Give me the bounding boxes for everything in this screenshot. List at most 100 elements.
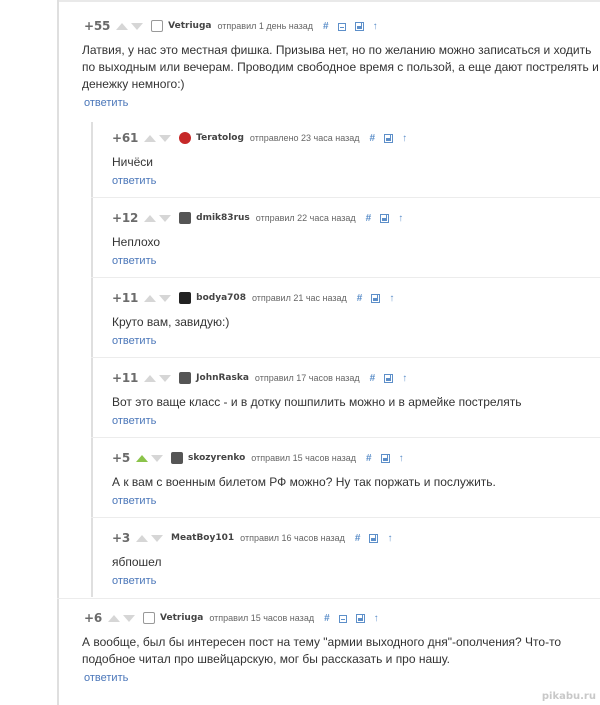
comment-timestamp: отправил 15 часов назад	[251, 453, 357, 463]
parent-arrow-icon[interactable]: ↑	[387, 533, 392, 544]
author-link[interactable]: Vetriuga	[168, 21, 211, 31]
reply-link[interactable]: ответить	[112, 175, 156, 187]
comment-divider	[91, 197, 600, 198]
comment-timestamp: отправил 16 часов назад	[240, 533, 345, 543]
vote-up-button[interactable]	[144, 294, 157, 302]
comment-score: +6	[84, 611, 103, 625]
reply-link[interactable]: ответить	[112, 495, 156, 507]
author-link[interactable]: Vetriuga	[160, 613, 203, 623]
vote-down-button[interactable]	[123, 614, 136, 622]
vote-down-button[interactable]	[159, 374, 172, 382]
comment-score: +61	[112, 131, 139, 145]
parent-arrow-icon[interactable]: ↑	[374, 613, 379, 624]
vote-down-button[interactable]	[151, 534, 164, 542]
permalink-icon[interactable]: #	[370, 133, 376, 144]
parent-arrow-icon[interactable]: ↑	[399, 453, 404, 464]
author-link[interactable]: JohnRaska	[196, 373, 249, 383]
comment-divider	[57, 598, 600, 599]
photo-avatar-icon	[179, 372, 192, 384]
vote-up-button[interactable]	[144, 214, 157, 222]
author-link[interactable]: Teratolog	[196, 133, 244, 143]
save-icon[interactable]	[384, 134, 394, 143]
vote-down-button[interactable]	[159, 134, 172, 142]
comment-text: Ничёси	[112, 155, 153, 169]
permalink-icon[interactable]: #	[324, 613, 330, 624]
author-link[interactable]: bodya708	[196, 293, 246, 303]
comment-text: А вообще, был бы интересен пост на тему …	[82, 635, 562, 666]
permalink-icon[interactable]: #	[357, 293, 363, 304]
save-icon[interactable]	[355, 614, 365, 623]
comment-score: +3	[112, 531, 131, 545]
nested-thread-rail	[91, 122, 93, 597]
comment-text: Круто вам, завидую:)	[112, 315, 230, 329]
reply-link[interactable]: ответить	[84, 672, 128, 684]
comment-header: +5 skozyrenko отправил 15 часов назад # …	[91, 448, 600, 468]
save-icon[interactable]	[371, 294, 381, 303]
user-icon	[151, 20, 164, 32]
comment-score: +12	[112, 211, 139, 225]
comment-divider	[91, 277, 600, 278]
comment-score: +55	[84, 19, 111, 33]
demon-icon	[179, 132, 192, 144]
vote-up-button[interactable]	[136, 454, 149, 462]
comment-divider	[91, 517, 600, 518]
parent-arrow-icon[interactable]: ↑	[389, 293, 394, 304]
reply-link[interactable]: ответить	[112, 575, 156, 587]
comment-header: +3 MeatBoy101 отправил 16 часов назад # …	[91, 528, 600, 548]
comment: +11 bodya708 отправил 21 час назад # ↑ К…	[91, 288, 600, 349]
author-link[interactable]: MeatBoy101	[171, 533, 234, 543]
parent-arrow-icon[interactable]: ↑	[373, 21, 378, 32]
vote-down-button[interactable]	[131, 22, 144, 30]
reply-link[interactable]: ответить	[112, 415, 156, 427]
save-icon[interactable]	[384, 374, 394, 383]
comment-header: +11 bodya708 отправил 21 час назад # ↑	[91, 288, 600, 308]
reply-link[interactable]: ответить	[112, 335, 156, 347]
author-link[interactable]: dmik83rus	[196, 213, 250, 223]
comment-text: Вот это ваще класс - и в дотку пошпилить…	[112, 395, 522, 409]
comment: +61 Teratolog отправлено 23 часа назад #…	[91, 128, 600, 189]
collapse-icon[interactable]	[337, 22, 346, 31]
comment-text: ябпошел	[112, 555, 162, 569]
comment: +12 dmik83rus отправил 22 часа назад # ↑…	[91, 208, 600, 269]
save-icon[interactable]	[369, 534, 379, 543]
comment-header: +55 Vetriuga отправил 1 день назад # ↑	[57, 16, 600, 36]
save-icon[interactable]	[380, 214, 390, 223]
vote-up-button[interactable]	[136, 534, 149, 542]
vote-down-button[interactable]	[159, 294, 172, 302]
comment-header: +6 Vetriuga отправил 15 часов назад # ↑	[57, 608, 600, 628]
permalink-icon[interactable]: #	[370, 373, 376, 384]
reply-link[interactable]: ответить	[84, 97, 128, 109]
vote-up-button[interactable]	[116, 22, 129, 30]
comment-timestamp: отправил 22 часа назад	[255, 213, 356, 223]
user-icon	[143, 612, 156, 624]
author-link[interactable]: skozyrenko	[188, 453, 245, 463]
permalink-icon[interactable]: #	[355, 533, 361, 544]
reply-link[interactable]: ответить	[112, 255, 156, 267]
vote-up-button[interactable]	[108, 614, 121, 622]
save-icon[interactable]	[380, 454, 390, 463]
comment-text: Латвия, у нас это местная фишка. Призыва…	[82, 43, 599, 91]
vote-up-button[interactable]	[144, 374, 157, 382]
parent-arrow-icon[interactable]: ↑	[402, 373, 407, 384]
watermark: pikabu.ru	[541, 691, 596, 702]
save-icon[interactable]	[354, 22, 364, 31]
permalink-icon[interactable]: #	[323, 21, 329, 32]
comment-divider	[91, 437, 600, 438]
comment-timestamp: отправлено 23 часа назад	[249, 133, 360, 143]
comment-header: +12 dmik83rus отправил 22 часа назад # ↑	[91, 208, 600, 228]
comment-timestamp: отправил 1 день назад	[217, 21, 314, 31]
collapse-icon[interactable]	[338, 614, 347, 623]
vote-up-button[interactable]	[144, 134, 157, 142]
parent-arrow-icon[interactable]: ↑	[402, 133, 407, 144]
comment-timestamp: отправил 21 час назад	[251, 293, 347, 303]
parent-arrow-icon[interactable]: ↑	[398, 213, 403, 224]
vote-down-button[interactable]	[159, 214, 172, 222]
permalink-icon[interactable]: #	[366, 213, 372, 224]
comment-divider	[91, 357, 600, 358]
top-divider	[57, 0, 600, 2]
vote-down-button[interactable]	[151, 454, 164, 462]
comment: +55 Vetriuga отправил 1 день назад # ↑ Л…	[57, 16, 600, 111]
comment-text: Неплохо	[112, 235, 161, 249]
permalink-icon[interactable]: #	[366, 453, 372, 464]
photo-avatar-icon	[171, 452, 184, 464]
